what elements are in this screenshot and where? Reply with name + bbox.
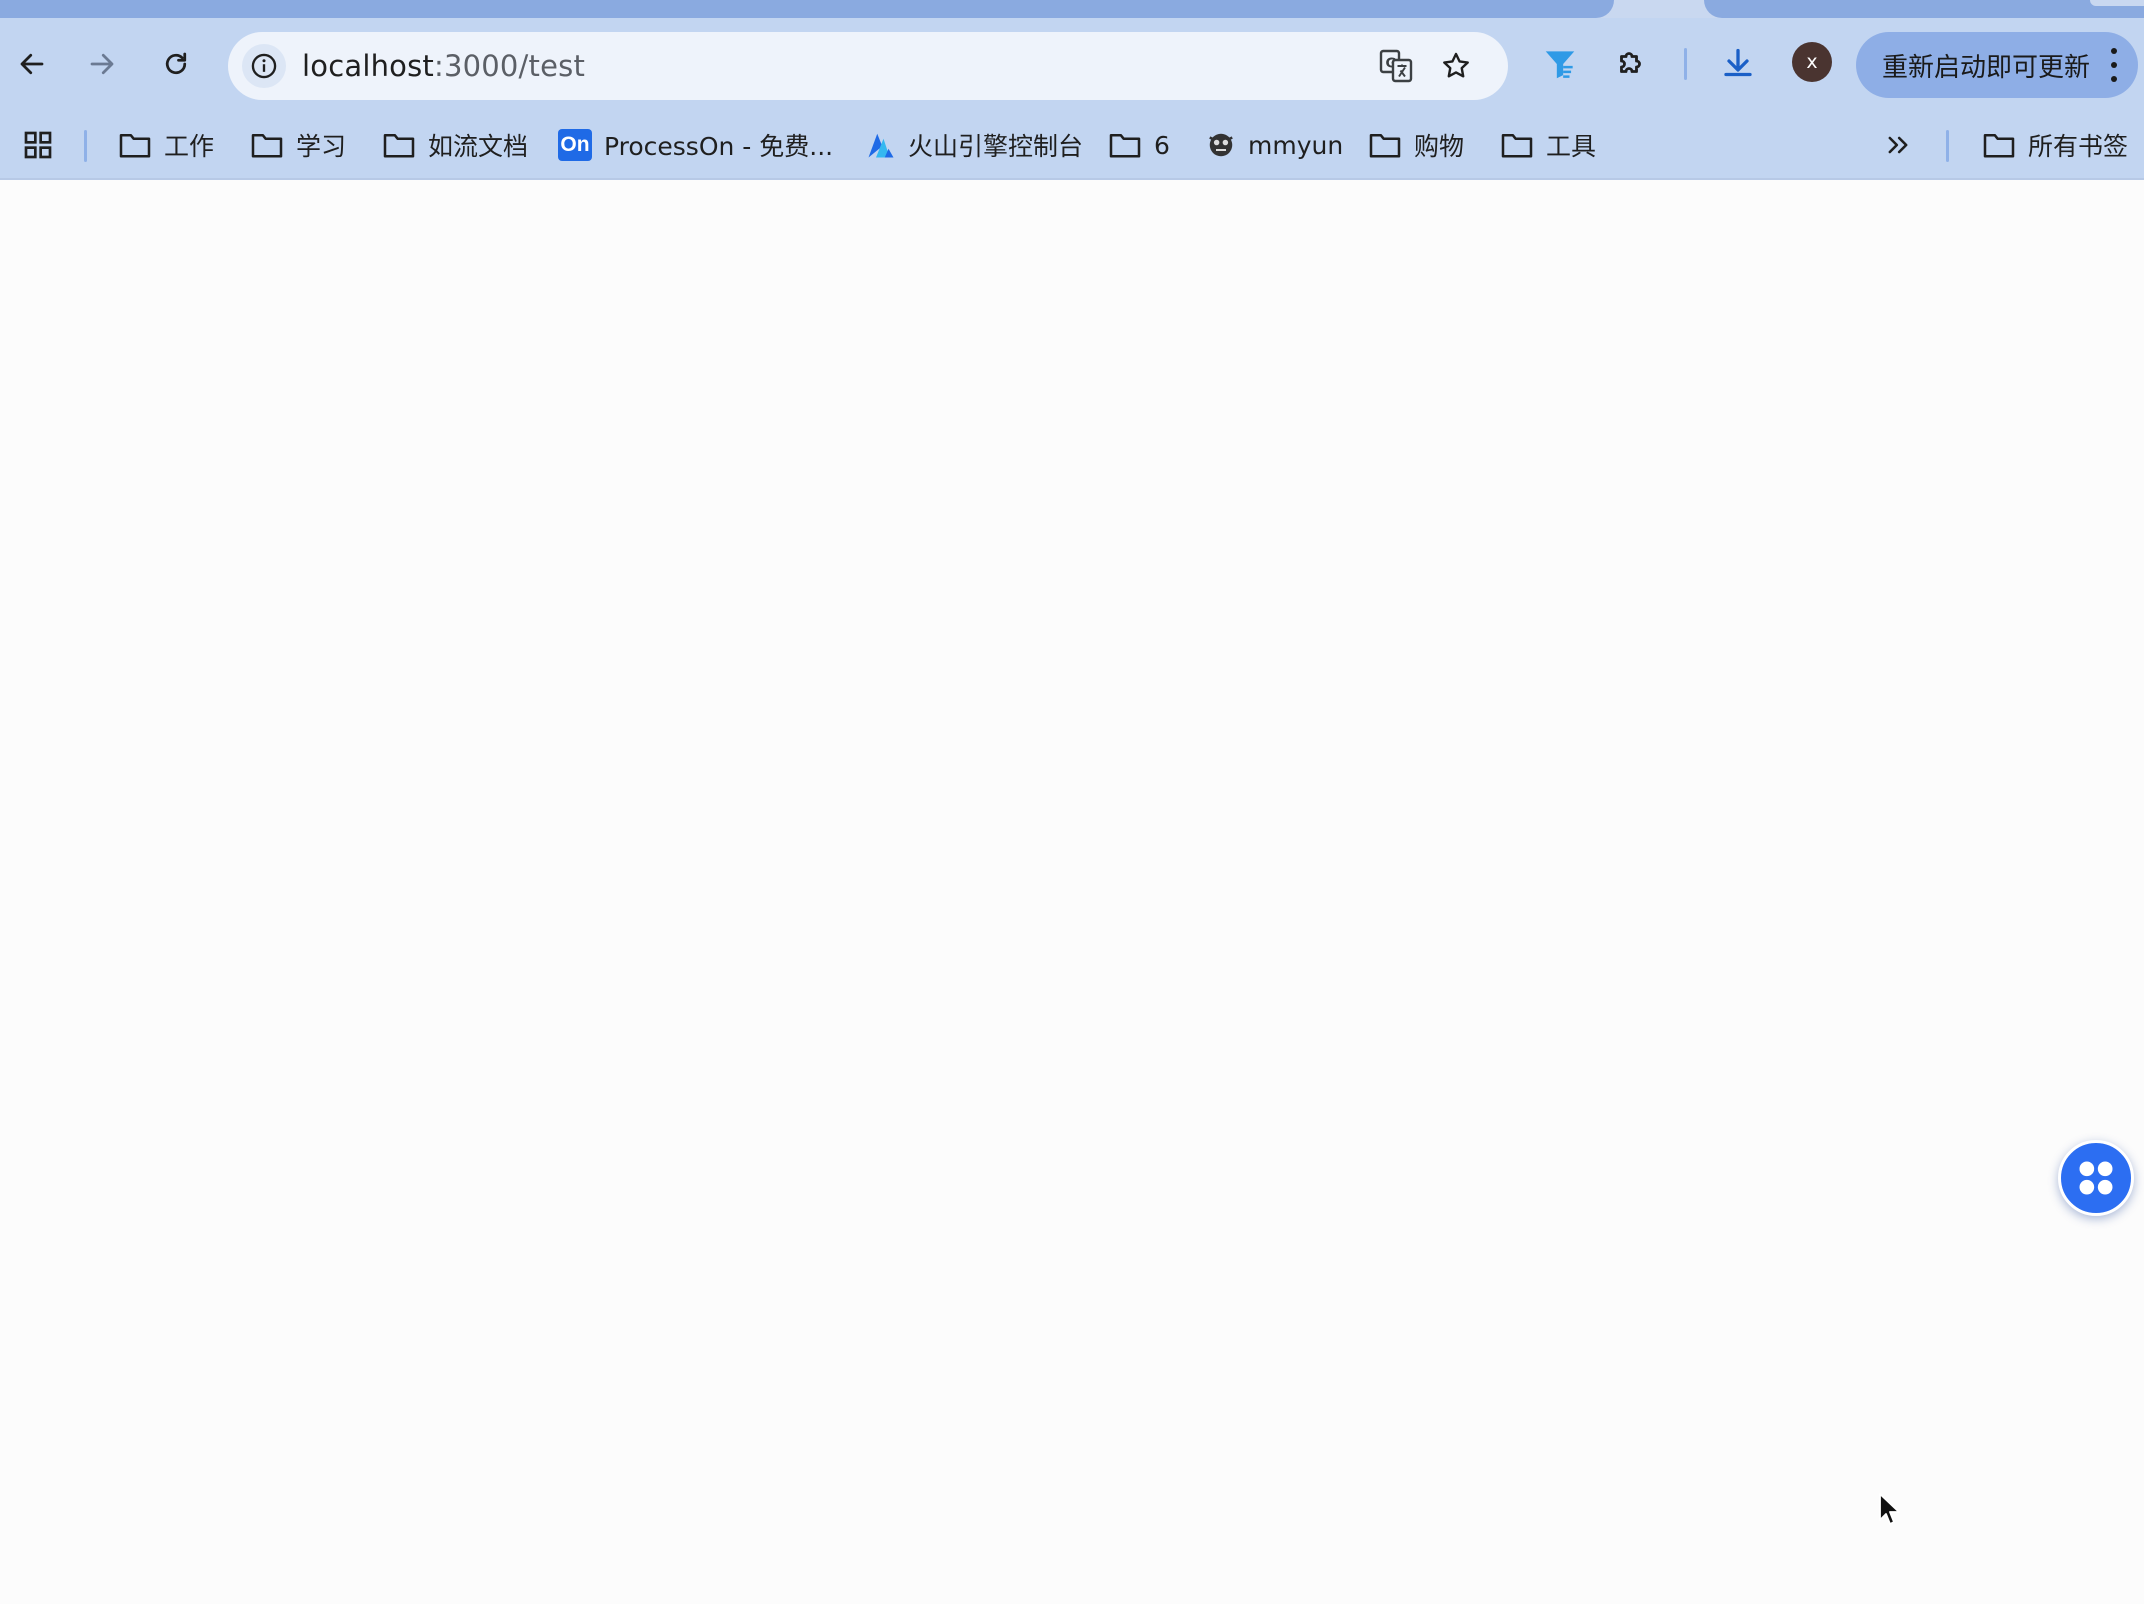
bookmarks-overflow-button[interactable]	[1884, 112, 1912, 178]
bookmark-label: mmyun	[1248, 130, 1344, 160]
profile-initial: x	[1806, 51, 1818, 73]
bookmark-folder-6[interactable]: 6	[1108, 112, 1170, 178]
folder-icon	[1501, 133, 1533, 158]
forward-button[interactable]	[74, 36, 130, 92]
extension-filter-button[interactable]	[1532, 36, 1588, 92]
toolbar-divider	[1684, 48, 1687, 80]
mouse-cursor-icon	[1879, 1493, 1900, 1525]
four-leaf-grid-icon	[2079, 1161, 2113, 1195]
bookmark-label: 工具	[1546, 132, 1597, 161]
folder-icon	[1109, 133, 1141, 158]
folder-icon	[1369, 133, 1401, 158]
bookmark-label: 学习	[296, 132, 347, 161]
bookmarks-divider	[84, 130, 87, 162]
bookmark-folder-shopping[interactable]: 购物	[1368, 112, 1464, 178]
folder-icon	[119, 133, 151, 158]
bookmark-processon[interactable]: On ProcessOn - 免费...	[558, 112, 833, 178]
bookmark-label: 火山引擎控制台	[908, 132, 1084, 161]
reload-icon	[165, 52, 187, 75]
address-bar[interactable]: localhost:3000/test G	[228, 32, 1508, 100]
bookmark-volcano-console[interactable]: 火山引擎控制台	[866, 112, 1083, 178]
active-tab[interactable]	[0, 0, 1614, 18]
translate-button[interactable]: G	[1372, 42, 1420, 90]
back-button[interactable]	[4, 36, 60, 92]
bookmark-label: 如流文档	[428, 132, 529, 161]
bookmark-folder-ruliu-docs[interactable]: 如流文档	[382, 112, 528, 178]
bookmark-star-button[interactable]	[1432, 42, 1480, 90]
double-chevron-right-icon	[1888, 136, 1908, 154]
star-icon	[1443, 52, 1469, 78]
apps-grid-icon	[24, 131, 52, 159]
bookmarks-divider	[1946, 130, 1949, 162]
forward-arrow-icon	[90, 53, 114, 75]
bookmark-label: 工作	[164, 132, 215, 161]
mmyun-icon	[1209, 133, 1233, 157]
page-content	[0, 180, 2144, 1604]
apps-button[interactable]	[22, 112, 54, 178]
inactive-tab[interactable]	[1704, 0, 2144, 18]
extensions-button[interactable]	[1604, 36, 1660, 92]
funnel-extension-icon	[1545, 51, 1575, 79]
bookmarks-bar: 工作 学习 如流文档 On ProcessOn - 免费... 火山引擎控制台 …	[0, 112, 2144, 180]
puzzle-icon	[1620, 52, 1641, 73]
bookmark-folder-tools[interactable]: 工具	[1500, 112, 1596, 178]
volcano-engine-icon	[868, 133, 894, 158]
more-menu-icon	[2110, 48, 2118, 82]
tab-strip	[0, 0, 2144, 18]
bookmark-label: ProcessOn - 免费...	[604, 132, 834, 161]
floating-action-button[interactable]	[2058, 1140, 2134, 1216]
info-icon	[251, 53, 277, 79]
back-arrow-icon	[20, 53, 44, 75]
bookmark-label: 6	[1154, 130, 1170, 160]
bookmark-label: 购物	[1414, 132, 1465, 161]
all-bookmarks-label: 所有书签	[2028, 132, 2129, 161]
bookmark-folder-work[interactable]: 工作	[118, 112, 214, 178]
update-relaunch-button[interactable]: 重新启动即可更新	[1856, 32, 2138, 98]
downloads-button[interactable]	[1710, 36, 1766, 92]
processon-logo-icon: On	[558, 129, 592, 161]
download-icon	[1724, 48, 1752, 77]
folder-icon	[251, 133, 283, 158]
site-info-button[interactable]	[242, 44, 286, 88]
reload-button[interactable]	[148, 36, 204, 92]
all-bookmarks-button[interactable]: 所有书签	[1982, 112, 2128, 178]
profile-avatar[interactable]: x	[1792, 42, 1832, 82]
translate-icon: G	[1379, 49, 1413, 83]
bookmark-mmyun[interactable]: mmyun	[1206, 112, 1343, 178]
folder-icon	[1983, 133, 2015, 158]
bookmark-folder-study[interactable]: 学习	[250, 112, 346, 178]
folder-icon	[383, 133, 415, 158]
update-button-label: 重新启动即可更新	[1882, 52, 2091, 83]
